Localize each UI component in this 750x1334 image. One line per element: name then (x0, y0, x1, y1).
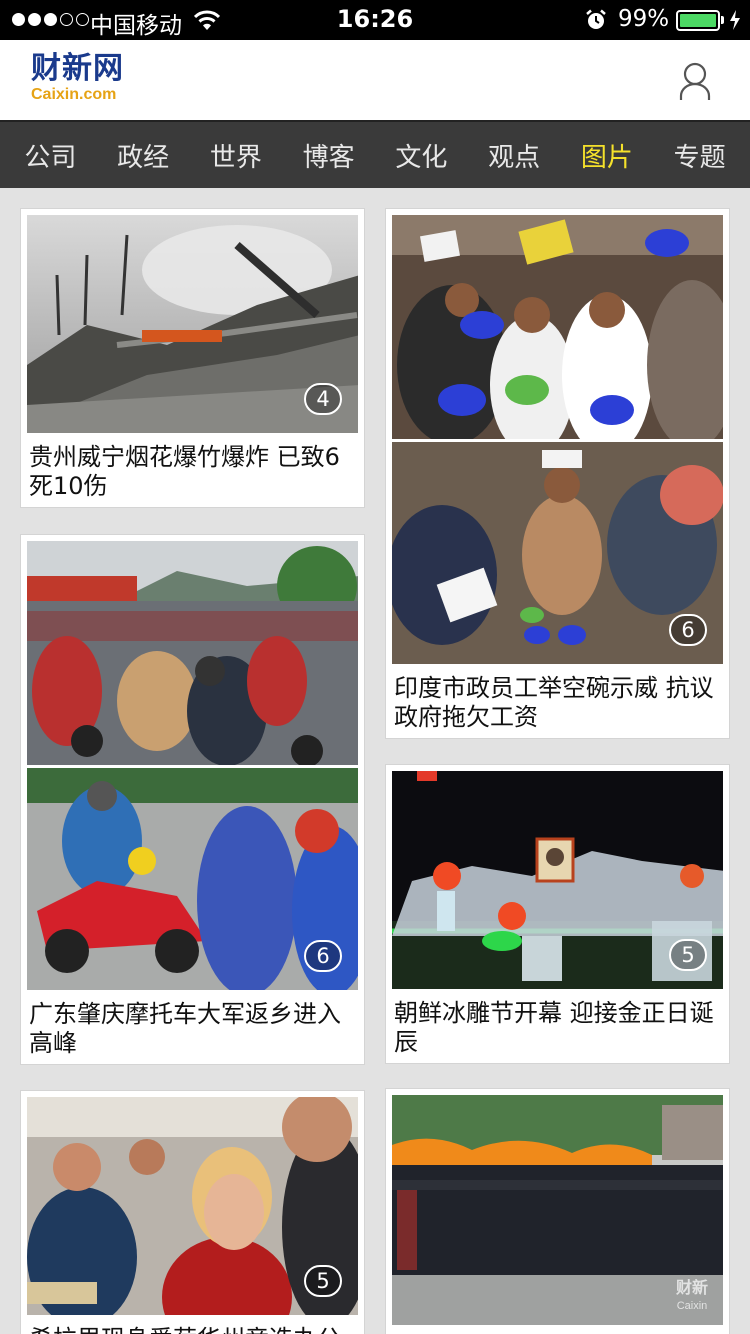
logo-english: Caixin.com (31, 86, 117, 103)
card-title: 希拉里现身爱荷华州竞选办公 (27, 1325, 358, 1334)
watermark-en: Caixin (677, 1300, 708, 1312)
photo-count-badge: 5 (304, 1265, 342, 1297)
gallery-photo: 5 (27, 1097, 358, 1315)
alarm-icon (586, 9, 606, 29)
watermark-cn: 财新 (675, 1278, 708, 1297)
photo-count-badge: 5 (669, 939, 707, 971)
status-bar: 中国移动 16:26 99% (0, 0, 750, 40)
user-icon (679, 62, 711, 100)
charging-bolt-icon (730, 10, 740, 30)
caixin-logo[interactable]: 财新网 Caixin.com (31, 52, 124, 104)
gallery-card[interactable]: 财新 Caixin (385, 1088, 730, 1334)
gallery-photo: 5 (392, 771, 723, 989)
gallery-photo: 6 (27, 541, 358, 990)
logo-chinese: 财新网 (31, 51, 124, 86)
category-nav: 公司 政经 世界 博客 文化 观点 图片 专题 (0, 120, 750, 188)
card-title: 贵州威宁烟花爆竹爆炸 已致6死10伤 (29, 443, 340, 500)
gallery-card[interactable]: 6 广东肇庆摩托车大军返乡进入高峰 (20, 534, 365, 1065)
user-account-button[interactable] (670, 58, 720, 108)
protest-photo (392, 215, 723, 664)
gallery-card[interactable]: 5 朝鲜冰雕节开幕 迎接金正日诞辰 (385, 764, 730, 1064)
battery-cap (721, 16, 724, 24)
gallery-photo: 6 (392, 215, 723, 664)
app-header: 财新网 Caixin.com (0, 40, 750, 120)
gallery-photo: 财新 Caixin (392, 1095, 723, 1325)
battery-icon (676, 10, 720, 31)
photo-count-badge: 6 (669, 614, 707, 646)
photo-count-badge: 6 (304, 940, 342, 972)
card-title: 印度市政员工举空碗示威 抗议政府拖欠工资 (394, 674, 714, 731)
nav-item-opinion[interactable]: 观点 (478, 137, 550, 174)
gallery-card[interactable]: 5 希拉里现身爱荷华州竞选办公 (20, 1090, 365, 1334)
gallery-card[interactable]: 4 贵州威宁烟花爆竹爆炸 已致6死10伤 (20, 208, 365, 508)
nav-item-blog[interactable]: 博客 (293, 137, 365, 174)
photo-count-badge: 4 (304, 383, 342, 415)
battery-fill (680, 14, 716, 27)
nav-item-topics[interactable]: 专题 (664, 137, 736, 174)
gallery-photo: 4 (27, 215, 358, 433)
gallery-card[interactable]: 6 印度市政员工举空碗示威 抗议政府拖欠工资 (385, 208, 730, 739)
police-photo: 财新 Caixin (392, 1095, 723, 1325)
nav-item-company[interactable]: 公司 (14, 137, 86, 174)
card-title: 广东肇庆摩托车大军返乡进入高峰 (29, 1000, 341, 1057)
nav-item-photos[interactable]: 图片 (571, 137, 643, 174)
nav-item-politics-economy[interactable]: 政经 (107, 137, 179, 174)
card-title: 朝鲜冰雕节开幕 迎接金正日诞辰 (394, 999, 714, 1056)
nav-item-world[interactable]: 世界 (200, 137, 272, 174)
motorcycle-photo (27, 541, 358, 990)
battery-percent: 99% (618, 6, 670, 32)
nav-item-culture[interactable]: 文化 (385, 137, 457, 174)
